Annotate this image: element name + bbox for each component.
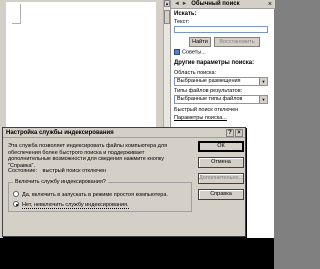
- margin-marker-horizontal: [12, 23, 21, 24]
- search-heading: Искать:: [174, 11, 197, 17]
- close-icon[interactable]: ×: [235, 129, 243, 137]
- help-icon: [174, 49, 180, 55]
- radio-disable-label: Нет, невключить службу индексирования.: [22, 202, 129, 209]
- filetypes-select[interactable]: Выбранные типы файлов ▼: [174, 95, 268, 104]
- tips-link[interactable]: Советы...: [174, 49, 206, 55]
- status-label: Состояние:: [8, 168, 37, 174]
- close-icon[interactable]: ×: [268, 0, 272, 9]
- task-pane-header: ◄ ► Обычный поиск ×: [171, 0, 275, 9]
- margin-marker-vertical: [20, 4, 21, 24]
- other-params-heading: Другие параметры поиска:: [174, 60, 255, 66]
- chevron-down-icon[interactable]: ▼: [259, 96, 267, 103]
- filetypes-select-value: Выбранные типы файлов: [177, 96, 243, 102]
- find-button[interactable]: Найти: [189, 37, 211, 47]
- task-pane-title[interactable]: Обычный поиск: [191, 1, 239, 7]
- radio-button[interactable]: [13, 201, 19, 207]
- radio-enable-label: Да, включить в запускать в режиме просто…: [22, 192, 168, 198]
- search-text-input[interactable]: [174, 26, 268, 33]
- text-label: Текст:: [174, 19, 190, 25]
- radio-enable-indexing[interactable]: Да, включить в запускать в режиме просто…: [13, 191, 168, 199]
- search-options-link[interactable]: Параметры поиска...: [174, 115, 227, 121]
- ok-button[interactable]: ОК: [198, 141, 244, 152]
- tips-link-label: Советы...: [182, 49, 206, 56]
- indexing-service-dialog: Настройка службы индексирования ? × Эта …: [2, 127, 246, 237]
- enable-indexing-group: Включить службу индексирования? Да, вклю…: [8, 179, 192, 212]
- indexing-status: Состояние: выстрый поиск отключен: [8, 168, 106, 174]
- cancel-button[interactable]: Отмена: [198, 157, 244, 168]
- restore-button[interactable]: Восстановить: [214, 37, 260, 47]
- status-value: выстрый поиск отключен: [42, 168, 107, 174]
- dialog-title: Настройка службы индексирования: [6, 130, 114, 136]
- chevron-down-icon[interactable]: ▼: [259, 78, 267, 85]
- scope-select-value: Выбранные размещения: [177, 78, 241, 84]
- scope-select[interactable]: Выбранные размещения ▼: [174, 77, 268, 86]
- pane-nav-arrows-icon[interactable]: ◄ ►: [174, 1, 188, 7]
- radio-disable-indexing[interactable]: Нет, невключить службу индексирования.: [13, 201, 129, 209]
- help-button[interactable]: Справка: [198, 189, 244, 200]
- dialog-title-bar[interactable]: Настройка службы индексирования ? ×: [3, 128, 245, 138]
- taskbar-area: [0, 238, 274, 269]
- fast-search-status: Быстрый поиск отключен: [174, 107, 239, 113]
- radio-button[interactable]: [13, 191, 19, 197]
- advanced-button[interactable]: Дополнительно...: [198, 173, 244, 184]
- scope-label: Область поиска:: [174, 70, 217, 76]
- group-legend: Включить службу индексирования?: [13, 179, 108, 185]
- help-icon[interactable]: ?: [226, 129, 234, 137]
- dialog-description: Эта служба позволяет индексировать файлы…: [8, 143, 168, 169]
- filetypes-label: Типы файлов результатов:: [174, 88, 243, 94]
